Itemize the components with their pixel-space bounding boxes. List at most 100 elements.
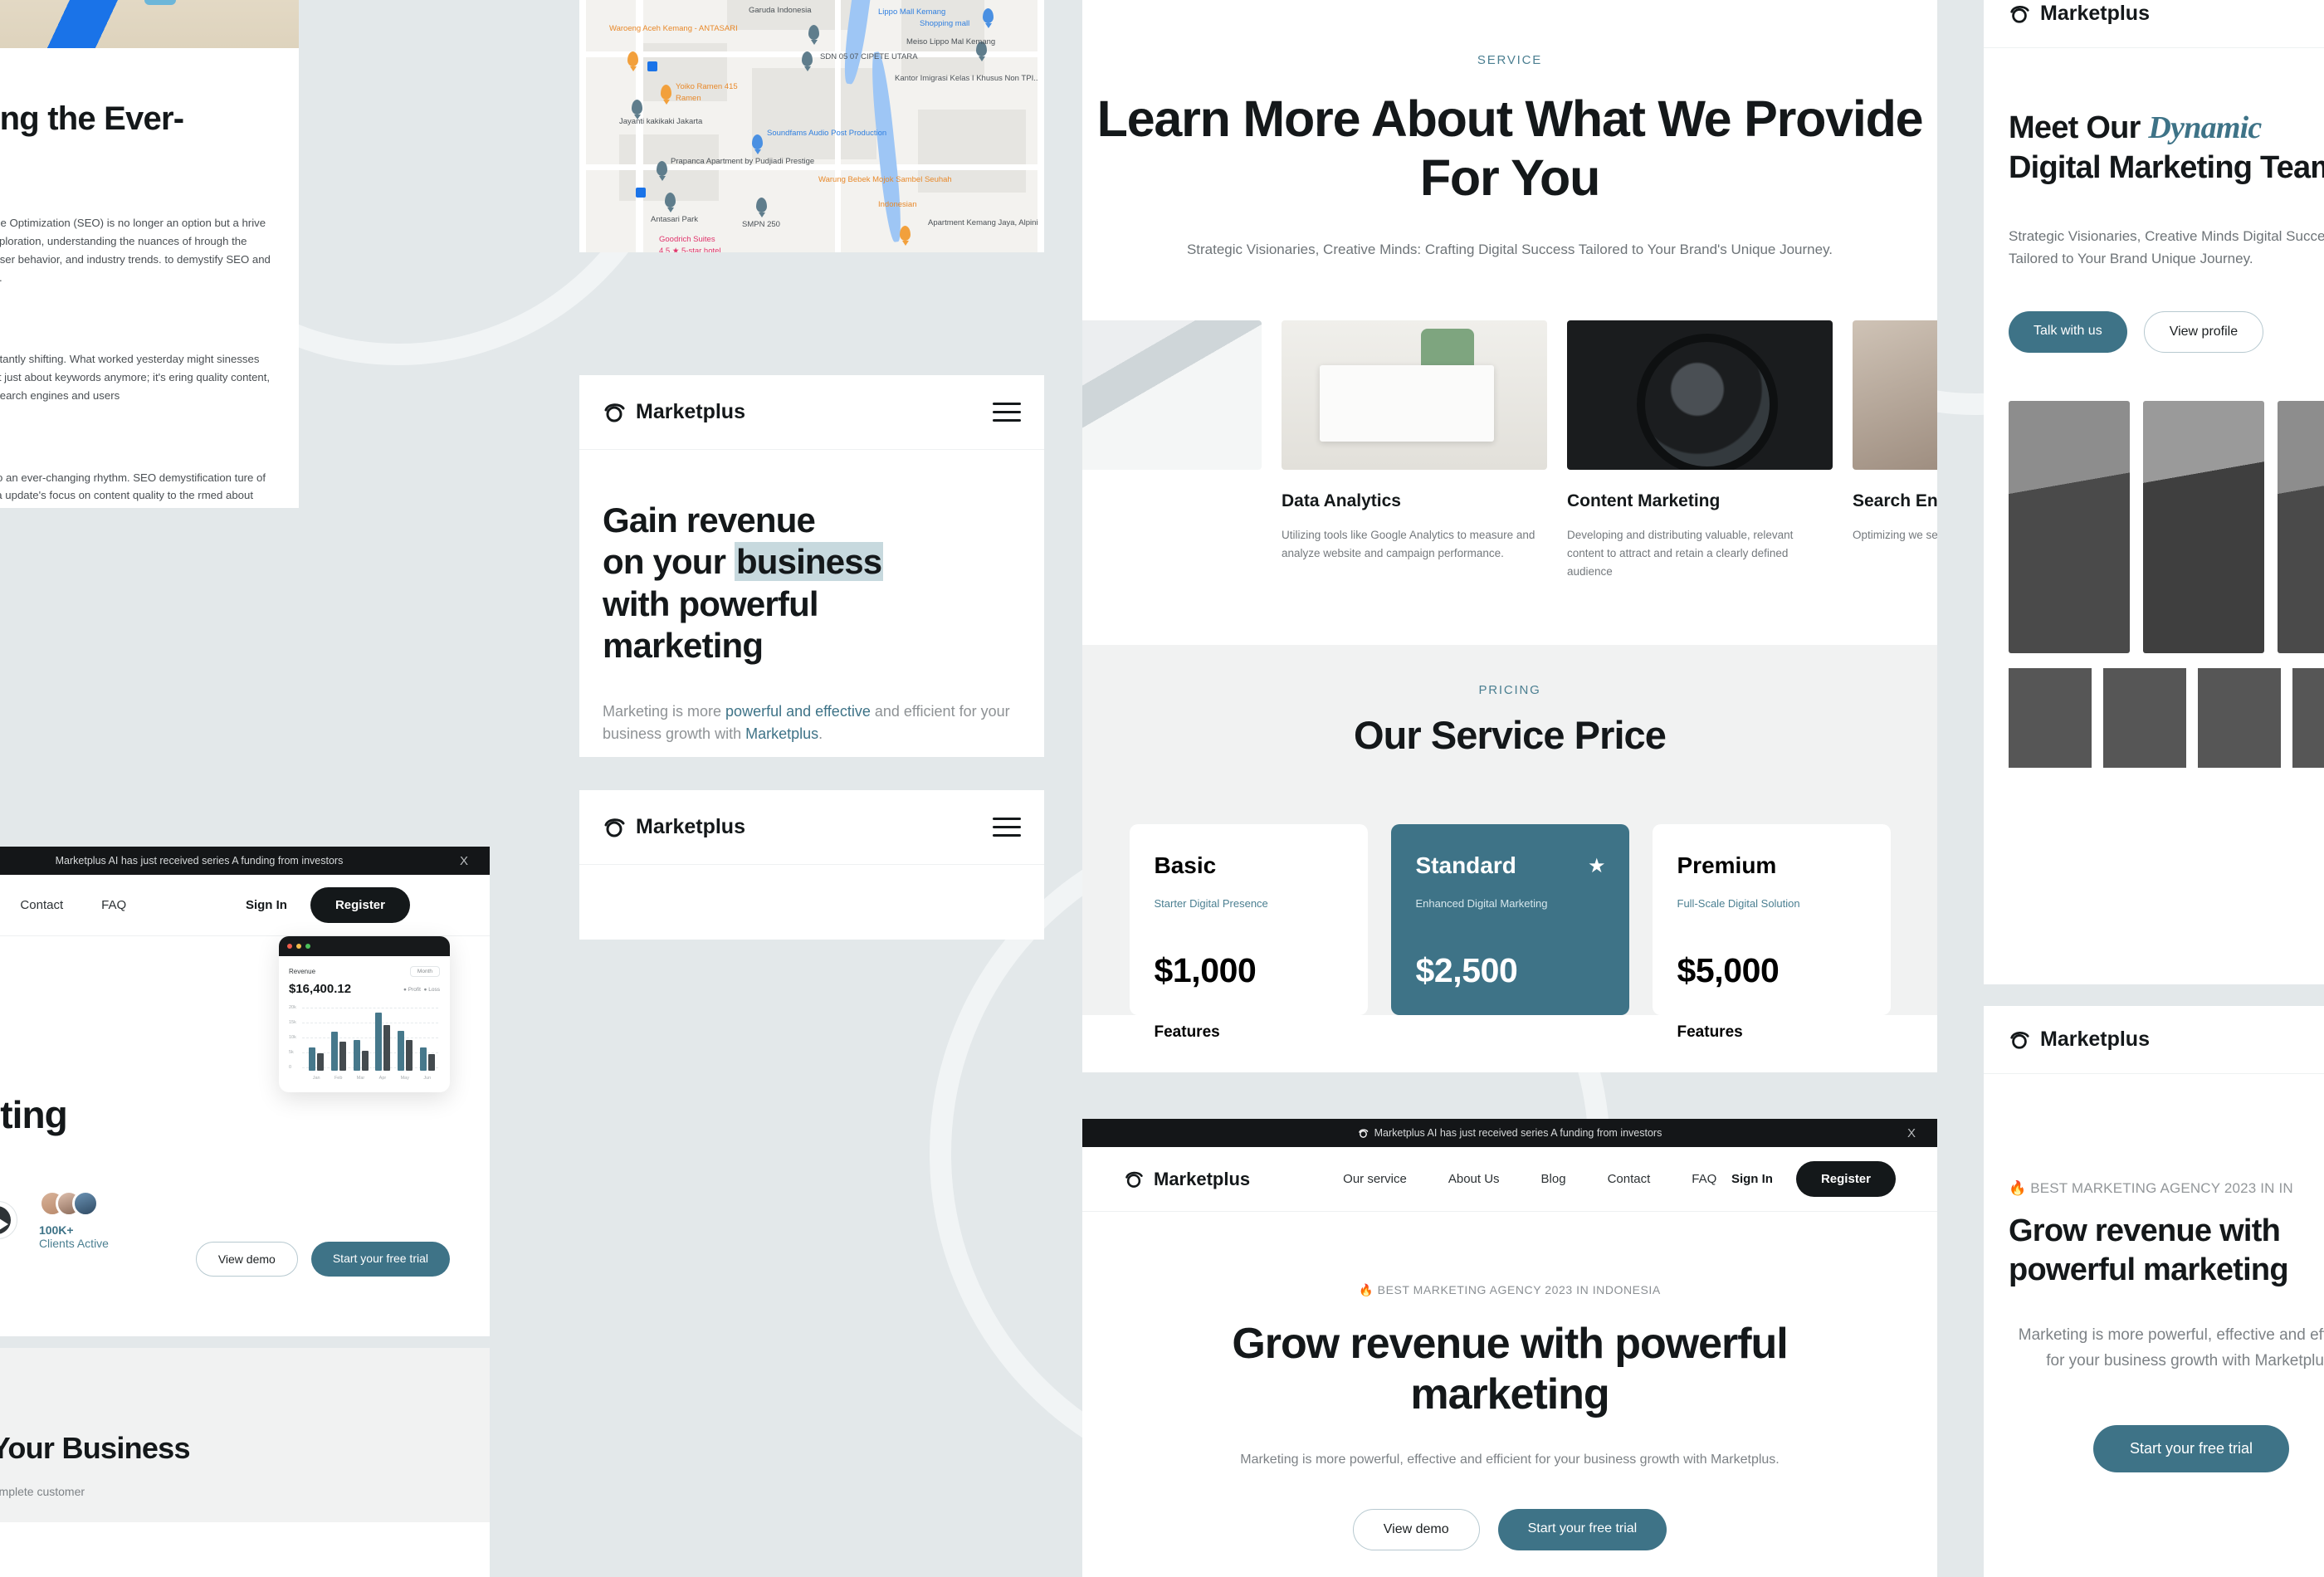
- map-label: Indonesian: [878, 200, 917, 209]
- map-label: Kantor Imigrasi Kelas I Khusus Non TPI..…: [895, 74, 1038, 83]
- start-free-trial-button[interactable]: Start your free trial: [2092, 1425, 2290, 1472]
- register-button[interactable]: Register: [310, 887, 410, 923]
- benefits-title: enefits For Your Business: [0, 1431, 191, 1465]
- chart-title: Revenue: [289, 968, 316, 975]
- map-label: Meiso Lippo Mal Kemang: [906, 37, 996, 46]
- service-card-desc: Utilizing tools like Google Analytics to…: [1282, 528, 1536, 560]
- nav-actions: Sign In Register: [246, 887, 410, 923]
- camera-lens-photo: [1567, 320, 1833, 470]
- announcement-banner: Marketplus AI has just received series A…: [0, 847, 490, 875]
- map-panel[interactable]: Cosmopolitan Tower Kemang Village Sports…: [579, 0, 1044, 252]
- service-card-desc: ng websites: [1082, 491, 1262, 510]
- pricing-card-premium[interactable]: Premium Full-Scale Digital Solution $5,0…: [1652, 824, 1891, 1041]
- brand-logo[interactable]: Marketplus: [603, 400, 745, 424]
- nav-item-contact[interactable]: Contact: [1608, 1172, 1651, 1186]
- hamburger-menu-icon[interactable]: [993, 397, 1021, 427]
- hero-subtitle: Marketing is more powerful, effective an…: [1240, 1452, 1780, 1467]
- mobile-hero2-panel: Marketplus 🔥 BEST MARKETING AGENCY 2023 …: [1984, 1006, 2324, 1577]
- design-collage-canvas: d: Navigating the Ever- 23 PM mastering …: [0, 0, 2324, 1577]
- view-profile-button[interactable]: View profile: [2143, 310, 2264, 353]
- mobile-hero-panel: Marketplus Gain revenue on your business…: [579, 375, 1044, 757]
- mobile-navbar: Marketplus: [579, 790, 1044, 865]
- clients-count: 100K+: [38, 1223, 74, 1237]
- team-member-photo[interactable]: [2143, 400, 2264, 653]
- benefits-panel-desktop: BENEFITS enefits For Your Business lasti…: [0, 1348, 490, 1577]
- team-member-grid: [1984, 400, 2324, 653]
- map-label: SMPN 250: [742, 220, 780, 229]
- team-thumbnail[interactable]: [2292, 667, 2324, 768]
- brand-name: Marketplus: [2040, 2, 2150, 25]
- marketplus-swirl-logo-icon: [604, 403, 625, 422]
- service-card[interactable]: ng websites: [1082, 320, 1262, 582]
- team-thumbnail[interactable]: [2009, 667, 2092, 768]
- service-title: Learn More About What We Provide For You: [1096, 90, 1924, 207]
- register-button[interactable]: Register: [1795, 1161, 1896, 1197]
- marketplus-swirl-logo-icon: [1125, 1171, 1143, 1188]
- star-icon: ★: [1587, 855, 1606, 878]
- start-free-trial-button[interactable]: Start your free trial: [310, 1242, 450, 1277]
- sign-in-link[interactable]: Sign In: [246, 898, 287, 912]
- close-icon[interactable]: X: [1907, 1126, 1916, 1140]
- hamburger-menu-icon[interactable]: [993, 812, 1021, 842]
- range-select[interactable]: Month: [409, 966, 440, 977]
- blog-article-panel: d: Navigating the Ever- 23 PM mastering …: [0, 0, 299, 508]
- team-member-photo[interactable]: [2278, 400, 2324, 653]
- brand-logo[interactable]: Marketplus: [2009, 1028, 2150, 1052]
- view-demo-button[interactable]: View demo: [1352, 1509, 1480, 1551]
- talk-with-us-button[interactable]: Talk with us: [2009, 310, 2127, 353]
- map-canvas[interactable]: Cosmopolitan Tower Kemang Village Sports…: [586, 0, 1038, 252]
- close-icon[interactable]: X: [460, 854, 468, 868]
- hero-cta-row: View demo Start your free trial: [195, 1242, 450, 1277]
- nav-item-contact[interactable]: Contact: [20, 898, 63, 912]
- article-section-body: y, with the rules of the game constantly…: [0, 353, 271, 402]
- brand-logo[interactable]: Marketplus: [1124, 1169, 1250, 1190]
- plan-tagline: Starter Digital Presence: [1154, 897, 1268, 911]
- announcement-text: Marketplus AI has just received series A…: [55, 855, 344, 867]
- mobile-hero-subtitle: Marketing is more powerful and effective…: [603, 702, 1010, 743]
- marketplus-swirl-logo-icon: [2010, 1031, 2029, 1049]
- map-label: Shopping mall: [920, 19, 970, 28]
- introduction-video-button[interactable]: Introduction: [0, 1201, 17, 1239]
- nav-item-about-us[interactable]: About Us: [1448, 1172, 1500, 1186]
- hero-section: 🔥 BEST MARKETING AGENCY 2023 IN INDONESI…: [1082, 1212, 1937, 1551]
- revenue-dashboard-mock: Revenue Month $16,400.12 ● Profit ● Loss…: [279, 936, 450, 1092]
- map-label: SDN 05 07 CIPETE UTARA: [820, 52, 918, 61]
- marketplus-swirl-logo-icon: [2010, 5, 2029, 23]
- nav-item-blog[interactable]: Blog: [1541, 1172, 1566, 1186]
- team-member-photo[interactable]: [2009, 400, 2130, 653]
- plan-price: $5,000: [1677, 951, 1780, 990]
- pricing-card-basic[interactable]: Basic Starter Digital Presence $1,000 Fe…: [1129, 824, 1368, 1041]
- nav-item-faq[interactable]: FAQ: [1692, 1172, 1716, 1186]
- hero-title: Grow revenue with powerful marketing: [1232, 1320, 1788, 1419]
- announcement-banner: Marketplus AI has just received series A…: [1082, 1119, 1937, 1147]
- benefits-eyebrow: BENEFITS: [0, 1399, 490, 1413]
- service-card[interactable]: Content Marketing Developing and distrib…: [1567, 320, 1833, 582]
- pricing-card-standard[interactable]: ★ Standard Enhanced Digital Marketing $2…: [1390, 824, 1629, 1041]
- service-card-title: Data Analytics: [1282, 491, 1401, 510]
- sign-in-link[interactable]: Sign In: [1731, 1172, 1773, 1186]
- start-free-trial-button[interactable]: Start your free trial: [1497, 1509, 1667, 1551]
- map-label: Goodrich Suites: [659, 235, 715, 244]
- team-thumbnail[interactable]: [2103, 667, 2186, 768]
- benefits-card-placeholder: [0, 1522, 490, 1577]
- nav-item-our-service[interactable]: Our service: [1343, 1172, 1407, 1186]
- map-label: Warung Bebek Mojok Sambel Seuhah: [818, 175, 952, 184]
- play-icon[interactable]: [0, 1206, 11, 1234]
- service-header: SERVICE Learn More About What We Provide…: [1082, 0, 1937, 261]
- map-label: Prapanca Apartment by Pudjiadi Prestige: [671, 157, 815, 166]
- nav-item-faq[interactable]: FAQ: [101, 898, 126, 912]
- service-card[interactable]: Data Analytics Utilizing tools like Goog…: [1282, 320, 1547, 582]
- brand-logo[interactable]: Marketplus: [2009, 2, 2150, 26]
- team-thumbnail[interactable]: [2198, 667, 2281, 768]
- bar-group: [397, 1031, 413, 1071]
- nav-actions: Sign In Register: [1731, 1161, 1896, 1197]
- service-card-title: Search En: [1853, 491, 1937, 510]
- brand-logo[interactable]: Marketplus: [603, 815, 745, 839]
- brand-name: Marketplus: [636, 400, 745, 423]
- chart-x-labels: Jan Feb Mar Apr May Jun: [312, 1076, 432, 1081]
- service-eyebrow: SERVICE: [1477, 53, 1543, 67]
- mobile-hero-heading: Gain revenue on your business with power…: [603, 500, 884, 666]
- service-card[interactable]: Search En Optimizing we search engine: [1853, 320, 1937, 582]
- desktop-navbar: Our service About Us Blog Contact FAQ Si…: [0, 875, 490, 936]
- view-demo-button[interactable]: View demo: [195, 1242, 298, 1277]
